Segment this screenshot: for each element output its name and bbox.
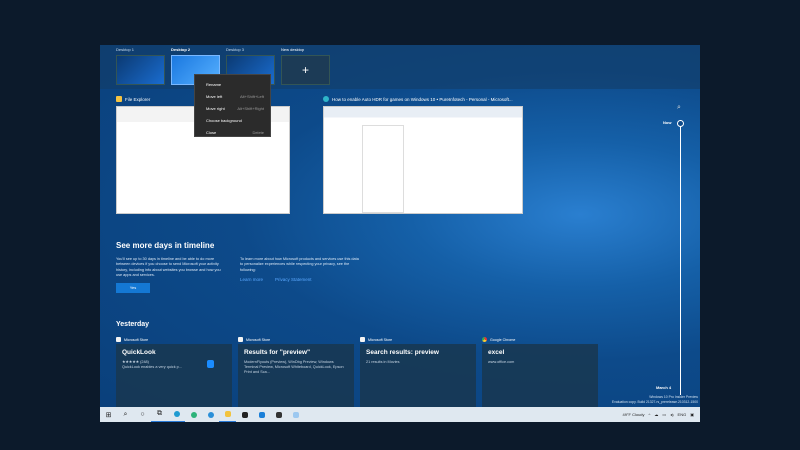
chrome-icon — [482, 337, 487, 342]
menu-item-close[interactable]: Close Delete — [195, 126, 270, 138]
window-title: File Explorer — [125, 96, 151, 102]
edge-icon[interactable] — [168, 407, 185, 422]
timeline-promo: See more days in timeline You'll see up … — [116, 241, 576, 293]
store-icon — [360, 337, 365, 342]
menu-item-choose-background[interactable]: Choose background — [195, 114, 270, 126]
yes-button[interactable]: Yes — [116, 282, 150, 293]
terminal-icon[interactable] — [270, 407, 287, 422]
desktop-1[interactable]: Desktop 1 — [116, 47, 165, 85]
window-title: How to enable Auto HDR for games on Wind… — [332, 96, 513, 102]
task-view-icon[interactable]: ⧉ — [151, 407, 168, 422]
edge-dev-icon[interactable] — [202, 407, 219, 422]
notepad-icon[interactable] — [287, 407, 304, 422]
watermark-line: Evaluation copy. Build 21327.rs_prerelea… — [611, 400, 698, 404]
store-icon — [116, 337, 121, 342]
timeline-handle[interactable] — [677, 120, 684, 127]
card-title: excel — [488, 349, 505, 356]
desktop-thumbnail[interactable] — [116, 55, 165, 85]
activity-card[interactable]: Microsoft Store Search results: preview 2… — [360, 335, 476, 408]
start-icon[interactable]: ⊞ — [100, 407, 117, 422]
desktop-label: Desktop 2 — [171, 47, 191, 52]
store-icon — [238, 337, 243, 342]
menu-item-rename[interactable]: Rename — [195, 78, 270, 90]
system-tray: 49°F Cloudy ^ ☁ ▭ ◂) ENG ▣ — [622, 412, 700, 417]
privacy-statement-link[interactable]: Privacy Statement — [275, 277, 312, 282]
promo-text: You'll see up to 30 days in timeline and… — [116, 257, 221, 278]
onedrive-icon[interactable]: ☁ — [654, 412, 658, 417]
new-desktop[interactable]: New desktop + — [281, 47, 330, 85]
activity-card[interactable]: Microsoft Store Results for "preview" Mod… — [238, 335, 354, 408]
menu-label: Choose background — [206, 117, 242, 123]
taskbar: ⊞ ⌕ ○ ⧉ 49°F Cloudy ^ ☁ ▭ ◂) ENG ▣ — [100, 407, 700, 422]
menu-label: Rename — [206, 81, 222, 87]
desktop-label: New desktop — [281, 47, 305, 52]
menu-shortcut: Alt+Shift+Left — [239, 93, 264, 99]
menu-shortcut: Delete — [252, 129, 264, 135]
watermark: Windows 10 Pro Insider Preview Evaluation… — [612, 395, 698, 405]
new-desktop-button[interactable]: + — [281, 55, 330, 85]
timeline-scrollbar[interactable] — [677, 120, 684, 395]
edge-icon — [323, 96, 329, 102]
context-menu: Rename Move left Alt+Shift+Left Move righ… — [194, 74, 271, 137]
card-title: Search results: preview — [366, 349, 439, 356]
window-edge-browser[interactable]: How to enable Auto HDR for games on Wind… — [323, 95, 523, 214]
weather-widget[interactable]: 49°F Cloudy — [622, 412, 644, 417]
file-explorer-icon[interactable] — [219, 407, 236, 422]
chevron-up-icon[interactable]: ^ — [649, 412, 651, 417]
network-icon[interactable]: ▭ — [662, 412, 666, 417]
store-icon[interactable] — [236, 407, 253, 422]
activity-card[interactable]: Microsoft Store QuickLook ★★★★★ (248) Quic… — [116, 335, 232, 408]
edge-beta-icon[interactable] — [185, 407, 202, 422]
timeline-date-label: March 4 — [656, 385, 672, 390]
activity-card[interactable]: Google Chrome excel www.office.com — [482, 335, 598, 408]
card-source: Microsoft Store — [246, 337, 271, 342]
page-preview — [362, 125, 404, 213]
card-title: QuickLook — [122, 349, 156, 356]
privacy-text: To learn more about how Microsoft produc… — [240, 257, 359, 272]
card-desc: www.office.com — [488, 360, 515, 364]
cortana-icon[interactable]: ○ — [134, 407, 151, 422]
card-desc: ModernFlyouts (Preview), WinDbg Preview,… — [244, 360, 344, 375]
section-heading-yesterday: Yesterday — [116, 321, 150, 328]
quicklook-app-icon — [207, 360, 214, 368]
card-title: Results for "preview" — [244, 349, 311, 356]
card-desc: 21 results in Movies — [366, 360, 400, 364]
card-source: Microsoft Store — [124, 337, 149, 342]
folder-icon — [116, 96, 122, 102]
menu-label: Close — [206, 129, 217, 135]
timeline-now-label: Now — [663, 120, 672, 125]
card-source: Google Chrome — [490, 337, 516, 342]
virtual-desktops-bar: Desktop 1 Desktop 2 Desktop 3 New deskto… — [100, 45, 700, 89]
card-source: Microsoft Store — [368, 337, 393, 342]
window-thumbnail[interactable] — [323, 106, 523, 214]
desktop-label: Desktop 3 — [226, 47, 245, 52]
menu-item-move-left[interactable]: Move left Alt+Shift+Left — [195, 90, 270, 102]
notifications-icon[interactable]: ▣ — [690, 412, 694, 417]
language-indicator[interactable]: ENG — [678, 412, 687, 417]
desktop-label: Desktop 1 — [116, 47, 135, 52]
mail-icon[interactable] — [253, 407, 270, 422]
menu-item-move-right[interactable]: Move right Alt+Shift+Right — [195, 102, 270, 114]
learn-more-link[interactable]: Learn more — [240, 277, 263, 282]
screen: Desktop 1 Desktop 2 Desktop 3 New deskto… — [100, 45, 700, 422]
search-icon[interactable]: ⌕ — [117, 407, 134, 422]
menu-label: Move left — [206, 93, 223, 99]
volume-icon[interactable]: ◂) — [670, 412, 673, 417]
promo-heading: See more days in timeline — [116, 241, 215, 250]
menu-label: Move right — [206, 105, 225, 111]
menu-shortcut: Alt+Shift+Right — [237, 105, 264, 111]
timeline-search-icon[interactable]: ⌕ — [677, 104, 681, 112]
